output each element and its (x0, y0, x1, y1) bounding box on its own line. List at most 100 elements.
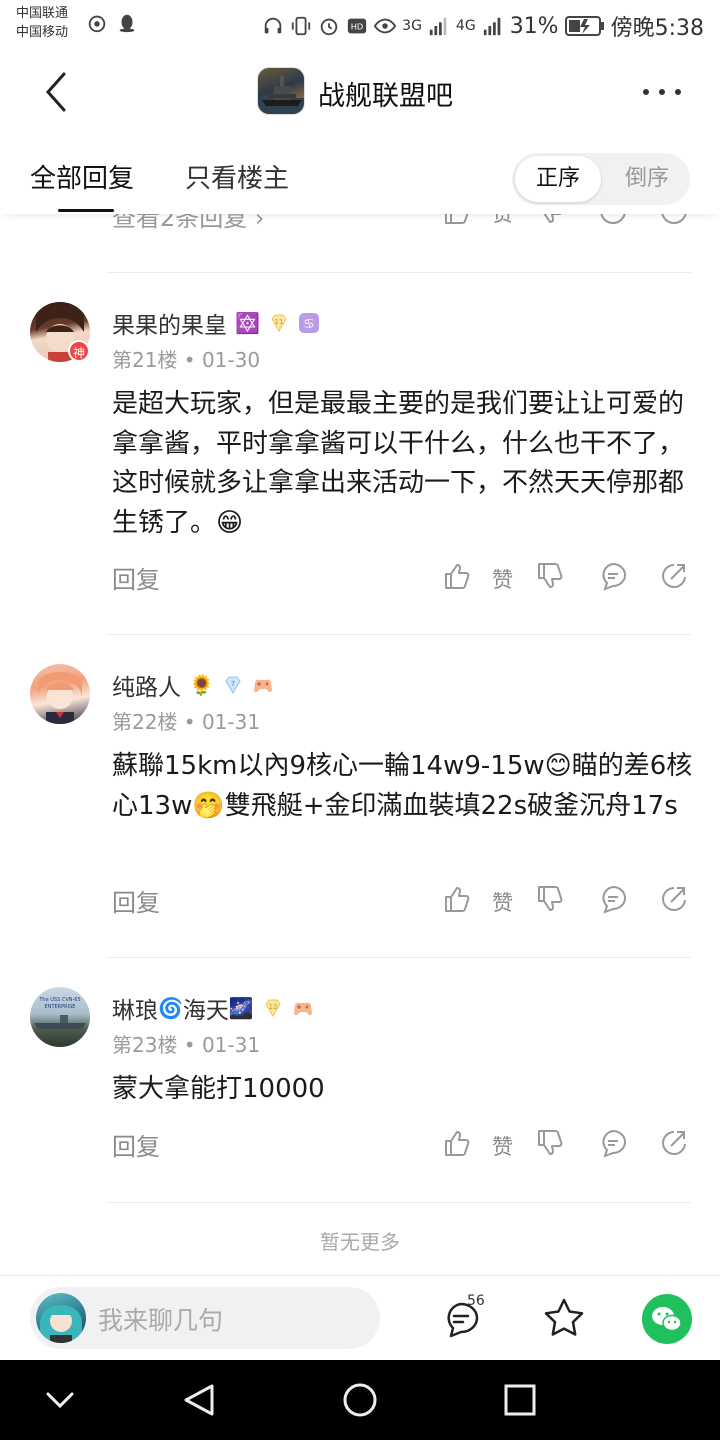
post-divider (106, 1202, 691, 1203)
post-content: 蒙大拿能打10000 (112, 1074, 325, 1104)
wechat-icon (652, 1307, 682, 1332)
more-options-icon[interactable] (640, 78, 684, 106)
username-row: 果果的果皇 🔯 11 ♋ (112, 306, 320, 340)
hd-icon: HD (347, 18, 367, 34)
level-badge-icon: 12 (265, 999, 281, 1017)
post-content: 是超大玩家，但是最最主要的是我们要让让可爱的拿拿酱，平时拿拿酱可以干什么，什么也… (112, 389, 685, 538)
aircraft-carrier-icon (34, 1015, 86, 1029)
status-right: HD 3G 4G 31% 傍晚5:38 (262, 10, 704, 42)
level-badge-icon: 11 (271, 314, 287, 332)
weibo-icon (88, 15, 106, 33)
favorite-star-icon[interactable] (542, 1296, 586, 1340)
back-arrow-icon[interactable] (36, 70, 80, 114)
level-number: 11 (274, 318, 283, 326)
username-row: 琳琅 🌀 海天 🌌 12 (112, 991, 314, 1025)
bottom-action-bar: 我来聊几句 56 (0, 1275, 720, 1360)
svg-text:HD: HD (351, 22, 364, 32)
carrier-1: 中国联通 (16, 6, 69, 21)
comment-icon[interactable] (598, 884, 628, 914)
reply-input-placeholder: 我来聊几句 (98, 1306, 224, 1335)
forum-title: 战舰联盟吧 (318, 81, 453, 112)
reply-button[interactable]: 回复 (112, 1127, 160, 1162)
name-emoji: 🌻 (189, 673, 214, 697)
active-tab-indicator (58, 209, 114, 212)
status-bar: 中国联通 中国移动 HD 3G 4G 31% 傍晚5:38 (0, 0, 720, 50)
reply-button[interactable]: 回复 (112, 883, 160, 918)
name-emoji: 🌀 (158, 996, 183, 1020)
vibrate-icon (291, 16, 311, 36)
level-number: 12 (268, 1003, 277, 1011)
user-avatar[interactable] (30, 664, 90, 724)
share-icon[interactable] (659, 1128, 689, 1158)
reply-filter-tabs: 全部回复 只看楼主 正序 倒序 (0, 140, 720, 214)
level-number: 7 (231, 680, 235, 688)
wechat-share-button[interactable] (642, 1294, 692, 1344)
comment-count-badge: 56 (467, 1293, 485, 1309)
signal-icon (429, 17, 447, 36)
level-badge-icon: 7 (225, 676, 241, 694)
like-label: 赞 (492, 568, 513, 592)
thumb-up-icon[interactable] (442, 884, 472, 914)
forum-avatar[interactable] (257, 67, 305, 115)
reply-button[interactable]: 回复 (112, 560, 160, 595)
share-icon[interactable] (659, 884, 689, 914)
carrier-2: 中国移动 (16, 25, 69, 40)
sort-order-toggle: 正序 倒序 (512, 153, 690, 205)
battery-percent: 31% (509, 13, 559, 39)
avatar-portrait-icon (38, 672, 82, 724)
post-divider (106, 957, 691, 958)
username[interactable]: 果果的果皇 (112, 306, 227, 340)
thumb-down-icon[interactable] (535, 1128, 565, 1158)
avatar-portrait-icon (40, 1305, 82, 1343)
alarm-icon (320, 18, 338, 36)
like-label: 赞 (492, 891, 513, 915)
svg-text:♋: ♋ (303, 317, 315, 332)
nav-back-icon[interactable] (180, 1380, 220, 1420)
floor-date: 第21楼 • 01-30 (112, 348, 261, 372)
reply-input[interactable]: 我来聊几句 (30, 1287, 380, 1349)
tab-all-replies[interactable]: 全部回复 (30, 158, 134, 195)
carrier-info: 中国联通 中国移动 (16, 4, 68, 42)
thumb-down-icon[interactable] (535, 884, 565, 914)
user-avatar[interactable]: The USS CVN-65 ENTERPRISE (30, 987, 90, 1047)
post-actions: 回复 赞 (0, 881, 720, 921)
battleship-icon (258, 76, 304, 114)
floor-date: 第23楼 • 01-31 (112, 1033, 261, 1057)
post-divider (106, 272, 691, 273)
zodiac-cancer-icon: ♋ (298, 313, 319, 333)
sort-asc-button[interactable]: 正序 (515, 156, 601, 202)
thumb-up-icon[interactable] (442, 1128, 472, 1158)
network-4g: 4G (455, 18, 476, 34)
username[interactable]: 纯路人 (112, 668, 181, 702)
nav-recents-icon[interactable] (500, 1380, 540, 1420)
username-row: 纯路人 🌻 7 (112, 668, 274, 702)
nav-home-icon[interactable] (340, 1380, 380, 1420)
god-badge: 神 (68, 340, 90, 362)
thumb-up-icon[interactable] (442, 561, 472, 591)
thumb-down-icon[interactable] (535, 561, 565, 591)
username-part-2[interactable]: 海天 (183, 991, 229, 1025)
network-3g: 3G (402, 18, 422, 34)
headphone-icon (264, 17, 282, 34)
post-divider (106, 634, 691, 635)
username[interactable]: 琳琅 (112, 991, 158, 1025)
post-content: 蘇聯15km以內9核心一輪14w9-15w😊瞄的差6核心13w🤭雙飛艇+金印滿血… (112, 751, 693, 821)
floor-date: 第22楼 • 01-31 (112, 710, 261, 734)
title-bar: 战舰联盟吧 (0, 58, 720, 128)
like-label: 赞 (492, 1135, 513, 1159)
name-emoji: 🔯 (235, 311, 260, 335)
hide-keyboard-icon[interactable] (40, 1380, 80, 1420)
game-controller-icon (293, 1002, 312, 1016)
post-actions: 回复 赞 (0, 558, 720, 598)
comment-icon[interactable] (598, 561, 628, 591)
sort-desc-button[interactable]: 倒序 (604, 156, 690, 202)
no-more-notice: 暂无更多 (320, 1230, 400, 1254)
tab-owner-only[interactable]: 只看楼主 (185, 158, 289, 195)
name-emoji: 🌌 (228, 996, 254, 1020)
comment-icon[interactable] (598, 1128, 628, 1158)
clock-time: 傍晚5:38 (610, 16, 704, 41)
share-icon[interactable] (659, 561, 689, 591)
post-actions: 回复 赞 (0, 1125, 720, 1165)
eye-icon (374, 18, 397, 34)
qq-icon (119, 14, 135, 33)
